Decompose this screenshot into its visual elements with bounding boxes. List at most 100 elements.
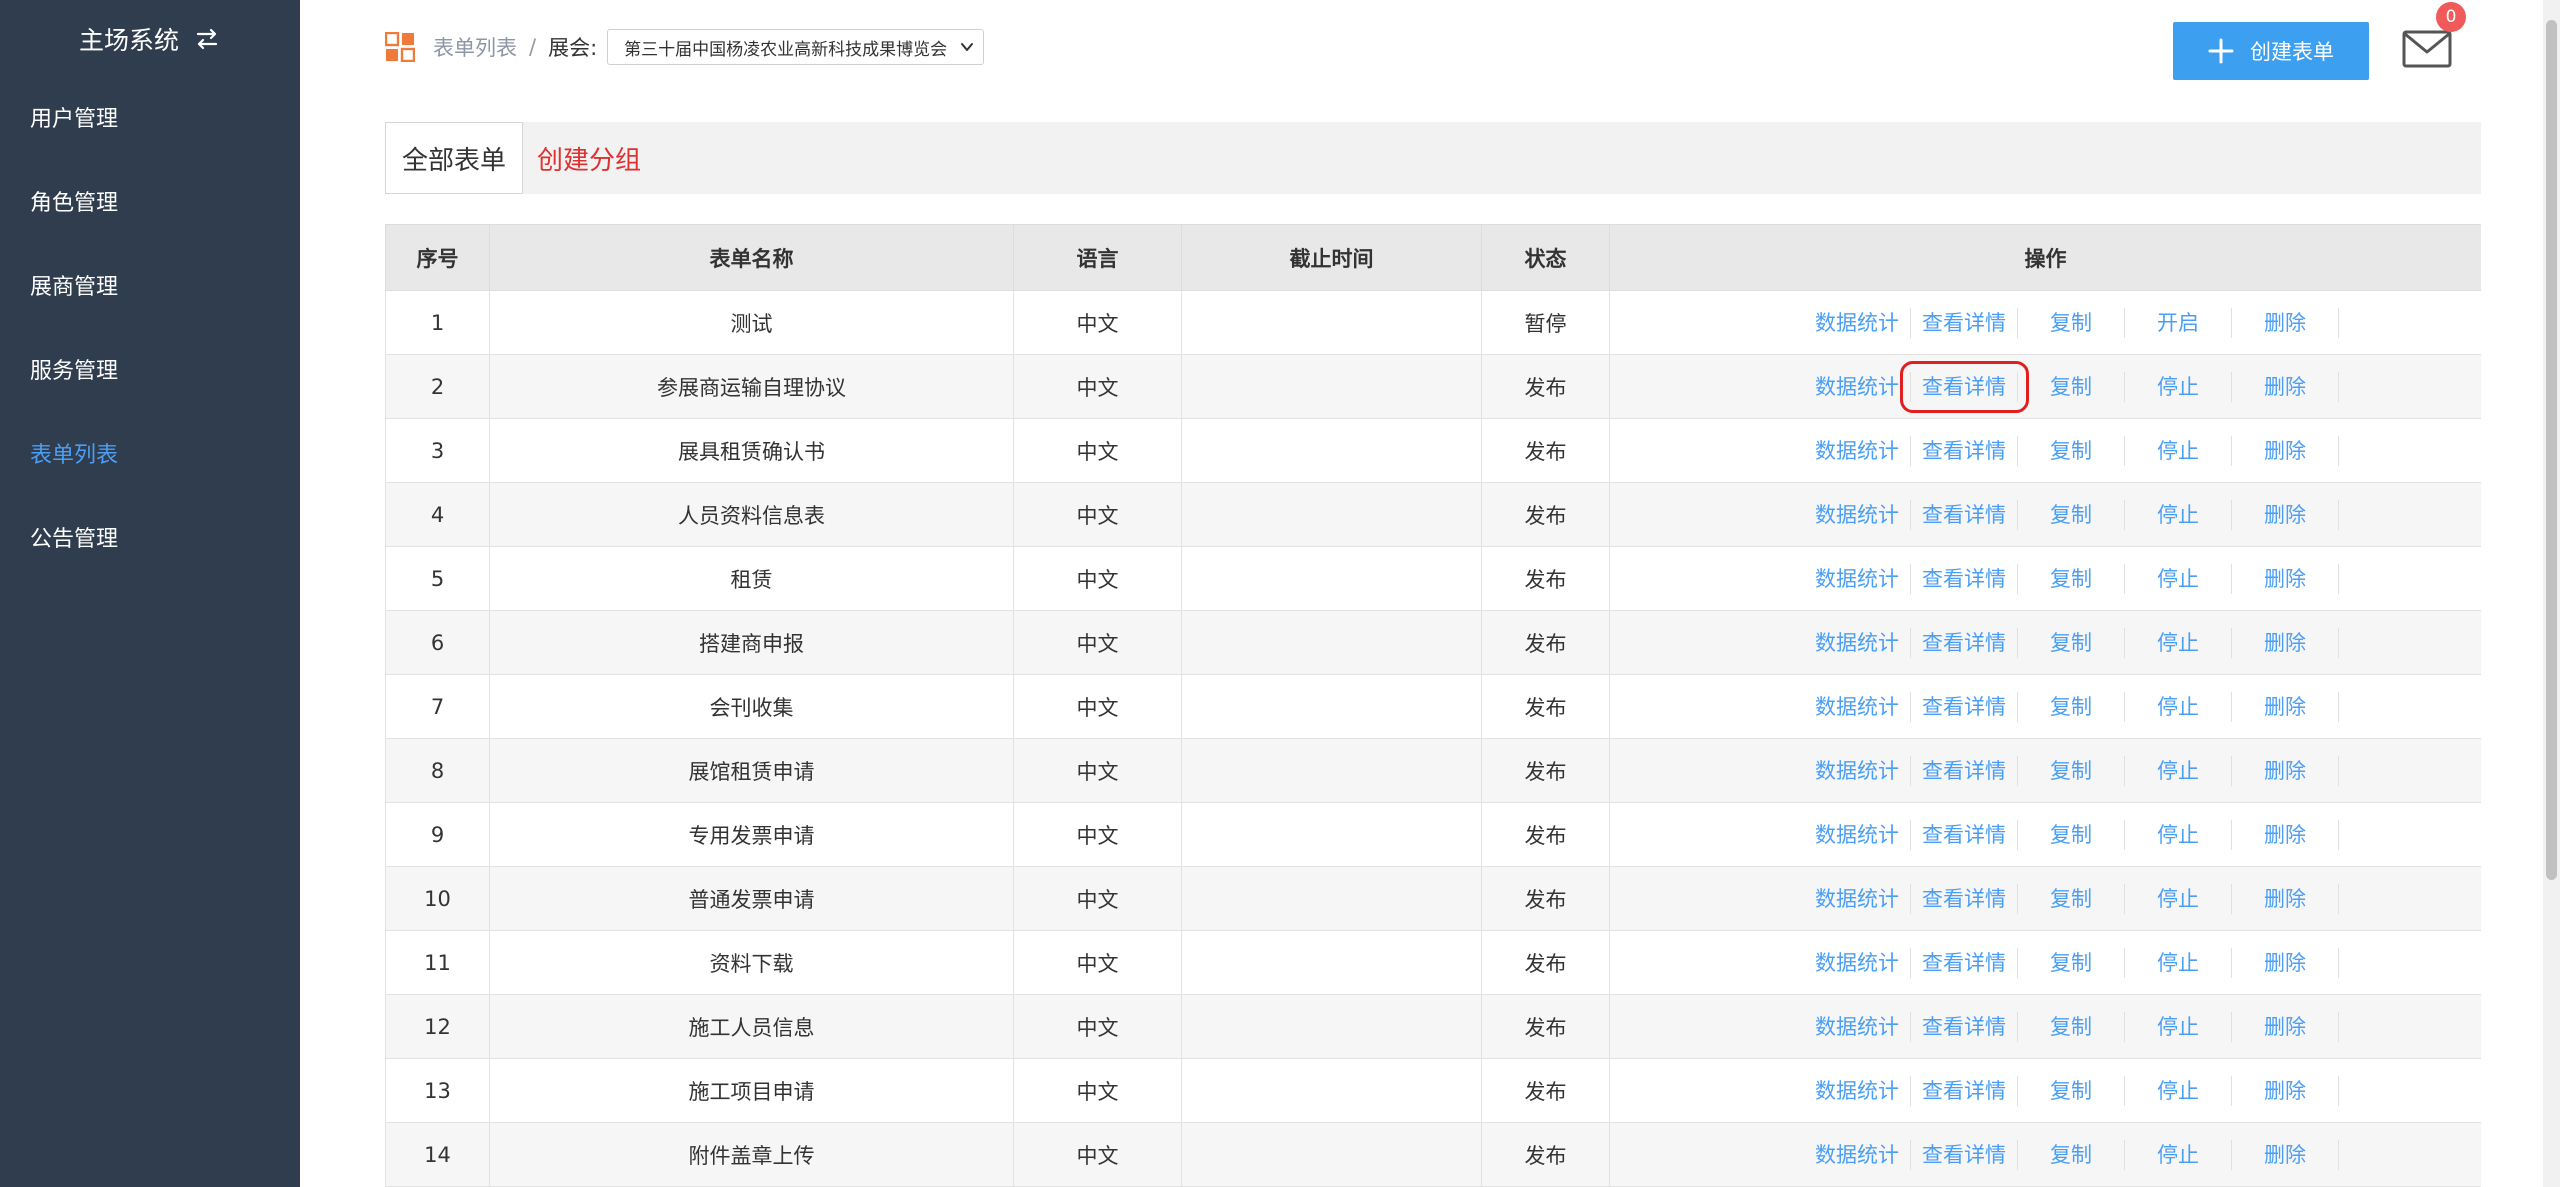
toggle-status-link[interactable]: 停止 [2125,499,2232,530]
copy-link[interactable]: 复制 [2018,499,2125,530]
sidebar-item-announcements[interactable]: 公告管理 [0,498,300,582]
view-detail-link[interactable]: 查看详情 [1911,1011,2018,1042]
page-scrollbar-thumb[interactable] [2546,20,2557,880]
toggle-status-link[interactable]: 停止 [2125,755,2232,786]
toggle-status-link[interactable]: 停止 [2125,435,2232,466]
view-detail-link[interactable]: 查看详情 [1911,755,2018,786]
stats-link[interactable]: 数据统计 [1804,755,1911,786]
delete-link[interactable]: 删除 [2232,563,2339,594]
copy-link[interactable]: 复制 [2018,883,2125,914]
row-actions: 数据统计 查看详情 复制 停止 删除 [1610,1075,2480,1106]
cell-name: 测试 [489,290,1014,355]
copy-link[interactable]: 复制 [2018,563,2125,594]
delete-link[interactable]: 删除 [2232,755,2339,786]
toggle-status-link[interactable]: 停止 [2125,371,2232,402]
table-row: 4 人员资料信息表 中文 发布 数据统计 查看详情 复制 停止 删除 [385,482,2481,547]
delete-link[interactable]: 删除 [2232,1075,2339,1106]
breadcrumb-forms-link[interactable]: 表单列表 [433,32,517,62]
sidebar-item-services[interactable]: 服务管理 [0,330,300,414]
copy-link[interactable]: 复制 [2018,947,2125,978]
toggle-status-link[interactable]: 停止 [2125,1011,2232,1042]
toggle-status-link[interactable]: 停止 [2125,627,2232,658]
delete-link[interactable]: 删除 [2232,435,2339,466]
toggle-status-link[interactable]: 停止 [2125,1139,2232,1170]
sidebar-item-exhibitors[interactable]: 展商管理 [0,246,300,330]
stats-link[interactable]: 数据统计 [1804,1075,1911,1106]
view-detail-link[interactable]: 查看详情 [1911,1139,2018,1170]
tab-all-forms[interactable]: 全部表单 [385,122,524,194]
table-row: 14 附件盖章上传 中文 发布 数据统计 查看详情 复制 停止 删除 [385,1122,2481,1187]
stats-link[interactable]: 数据统计 [1804,627,1911,658]
toggle-status-link[interactable]: 开启 [2125,307,2232,338]
expo-select[interactable]: 第三十届中国杨凌农业高新科技成果博览会 [607,29,985,65]
stats-link[interactable]: 数据统计 [1804,1139,1911,1170]
cell-language: 中文 [1013,354,1182,419]
cell-language: 中文 [1013,1122,1182,1187]
copy-link[interactable]: 复制 [2018,371,2125,402]
view-detail-link[interactable]: 查看详情 [1911,307,2018,338]
copy-link[interactable]: 复制 [2018,307,2125,338]
delete-link[interactable]: 删除 [2232,883,2339,914]
switch-system-icon[interactable] [193,25,221,53]
delete-link[interactable]: 删除 [2232,1139,2339,1170]
toggle-status-link[interactable]: 停止 [2125,819,2232,850]
view-detail-link[interactable]: 查看详情 [1911,627,2018,658]
stats-link[interactable]: 数据统计 [1804,883,1911,914]
stats-link[interactable]: 数据统计 [1804,499,1911,530]
copy-link[interactable]: 复制 [2018,755,2125,786]
stats-link[interactable]: 数据统计 [1804,307,1911,338]
delete-link[interactable]: 删除 [2232,307,2339,338]
table-header-row: 序号 表单名称 语言 截止时间 状态 操作 [385,224,2481,291]
create-group-button[interactable]: 创建分组 [537,140,641,177]
delete-link[interactable]: 删除 [2232,819,2339,850]
stats-link[interactable]: 数据统计 [1804,435,1911,466]
delete-link[interactable]: 删除 [2232,1011,2339,1042]
view-detail-link[interactable]: 查看详情 [1911,947,2018,978]
view-detail-link[interactable]: 查看详情 [1911,883,2018,914]
view-detail-link[interactable]: 查看详情 [1911,499,2018,530]
col-header-status: 状态 [1481,224,1610,291]
copy-link[interactable]: 复制 [2018,691,2125,722]
stats-link[interactable]: 数据统计 [1804,563,1911,594]
view-detail-link[interactable]: 查看详情 [1900,360,2029,413]
toggle-status-link[interactable]: 停止 [2125,691,2232,722]
sidebar-item-users[interactable]: 用户管理 [0,78,300,162]
copy-link[interactable]: 复制 [2018,435,2125,466]
view-detail-link[interactable]: 查看详情 [1911,563,2018,594]
cell-no: 11 [385,930,490,995]
stats-link[interactable]: 数据统计 [1804,371,1911,402]
mail-icon[interactable] [2402,28,2452,70]
copy-link[interactable]: 复制 [2018,1139,2125,1170]
toggle-status-link[interactable]: 停止 [2125,947,2232,978]
delete-link[interactable]: 删除 [2232,691,2339,722]
copy-link[interactable]: 复制 [2018,819,2125,850]
stats-link[interactable]: 数据统计 [1804,819,1911,850]
notification-badge: 0 [2436,2,2466,32]
delete-link[interactable]: 删除 [2232,371,2339,402]
delete-link[interactable]: 删除 [2232,627,2339,658]
copy-link[interactable]: 复制 [2018,1011,2125,1042]
cell-no: 9 [385,802,490,867]
delete-link[interactable]: 删除 [2232,947,2339,978]
view-detail-link[interactable]: 查看详情 [1911,435,2018,466]
view-detail-link[interactable]: 查看详情 [1911,819,2018,850]
view-detail-link[interactable]: 查看详情 [1911,1075,2018,1106]
expo-select-value: 第三十届中国杨凌农业高新科技成果博览会 [624,39,948,60]
toggle-status-link[interactable]: 停止 [2125,883,2232,914]
copy-link[interactable]: 复制 [2018,627,2125,658]
row-actions: 数据统计 查看详情 复制 停止 删除 [1610,883,2480,914]
table-row: 13 施工项目申请 中文 发布 数据统计 查看详情 复制 停止 删除 [385,1058,2481,1123]
stats-link[interactable]: 数据统计 [1804,947,1911,978]
stats-link[interactable]: 数据统计 [1804,1011,1911,1042]
delete-link[interactable]: 删除 [2232,499,2339,530]
stats-link[interactable]: 数据统计 [1804,691,1911,722]
toggle-status-link[interactable]: 停止 [2125,563,2232,594]
table-row: 2 参展商运输自理协议 中文 发布 数据统计 查看详情 复制 停止 删除 [385,354,2481,419]
copy-link[interactable]: 复制 [2018,1075,2125,1106]
toggle-status-link[interactable]: 停止 [2125,1075,2232,1106]
sidebar-item-roles[interactable]: 角色管理 [0,162,300,246]
view-detail-link[interactable]: 查看详情 [1911,691,2018,722]
sidebar-item-forms[interactable]: 表单列表 [0,414,300,498]
create-form-button[interactable]: 创建表单 [2173,22,2369,80]
create-form-label: 创建表单 [2250,40,2334,64]
